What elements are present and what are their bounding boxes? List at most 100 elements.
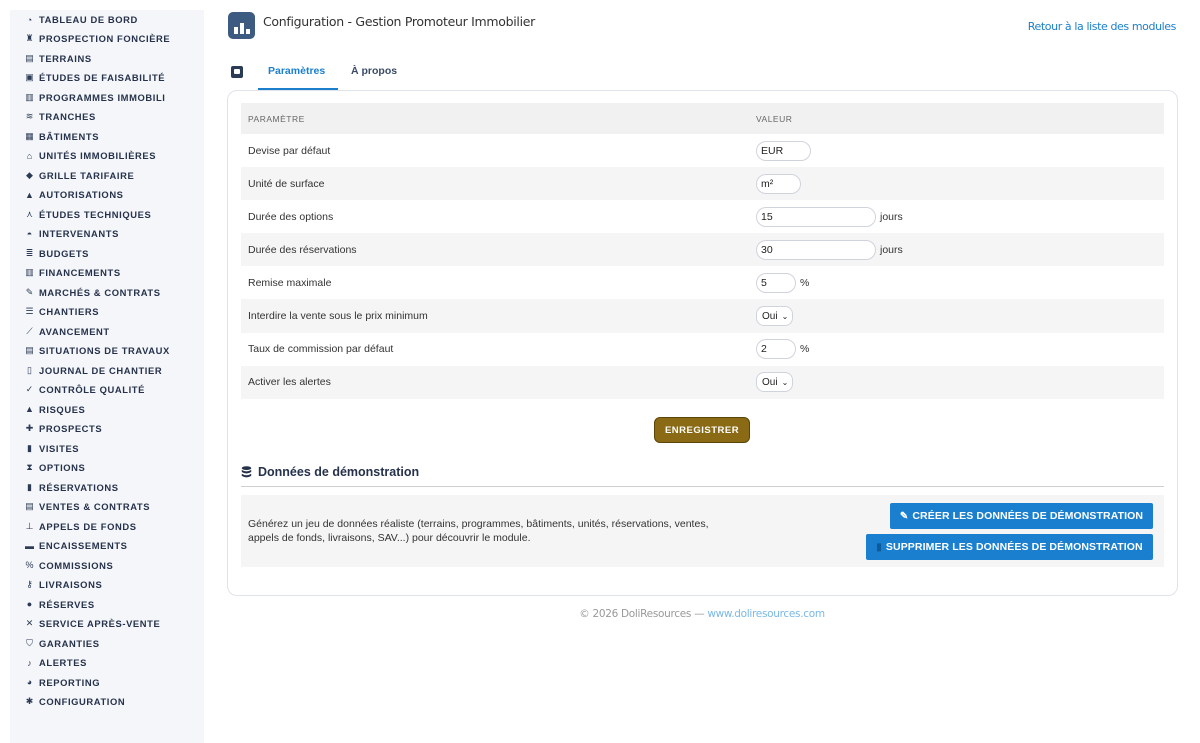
sidebar-menu: ◔ TABLEAU DE BORD ♜ PROSPECTION FONCIÈRE ▤ TE…: [10, 10, 204, 712]
table-row: Durée des options 15 jours: [241, 200, 1164, 233]
table-row: Durée des réservations 30 jours: [241, 233, 1164, 267]
sidebar-item-label: CONFIGURATION: [39, 696, 126, 708]
sidebar-item-label: TABLEAU DE BORD: [39, 14, 138, 25]
sidebar-item-label: COMMISSIONS: [39, 559, 114, 571]
sidebar-item-programmes-immobili[interactable]: ▥ PROGRAMMES IMMOBILI: [10, 88, 204, 108]
sidebar-item-unites-immobilieres[interactable]: ⌂ UNITÉS IMMOBILIÈRES: [10, 146, 204, 166]
back-to-modules-link[interactable]: Retour à la liste des modules: [1028, 20, 1177, 33]
clipboard-icon: ▣: [25, 72, 34, 83]
magic-wand-icon: ✎: [899, 510, 909, 522]
delete-demo-data-button[interactable]: ▮ SUPPRIMER LES DONNÉES DE DÉMONSTRATION: [866, 534, 1153, 560]
parameter-input[interactable]: 5: [756, 272, 796, 293]
footer: © 2026 DoliResources — www.doliresources…: [0, 608, 1200, 620]
home-icon: ⌂: [26, 150, 33, 161]
table-row: Taux de commission par défaut 2%: [241, 333, 1164, 366]
bookmark-icon: ▮: [27, 481, 32, 492]
tab-a-propos[interactable]: À propos: [351, 65, 397, 77]
footer-website-link[interactable]: www.doliresources.com: [707, 608, 825, 620]
sidebar-item-controle-qualite[interactable]: ✓ CONTRÔLE QUALITÉ: [10, 380, 204, 400]
sidebar-item-garanties[interactable]: ⛉ GARANTIES: [10, 634, 204, 654]
parameter-input[interactable]: 30: [756, 239, 876, 260]
pie-chart-icon: ◕: [26, 677, 33, 688]
chevron-down-icon: ⌄: [781, 377, 789, 387]
table-row: Remise maximale 5%: [241, 266, 1164, 299]
sidebar-item-livraisons[interactable]: ⚷ LIVRAISONS: [10, 575, 204, 595]
sidebar-item-ventes-contrats[interactable]: ▤ VENTES & CONTRATS: [10, 497, 204, 517]
sidebar-item-label: JOURNAL DE CHANTIER: [39, 364, 163, 376]
table-header: PARAMÈTRE VALEUR: [241, 103, 1164, 134]
sidebar-item-tableau-de-bord[interactable]: ◔ TABLEAU DE BORD: [10, 10, 204, 29]
unit-label: %: [800, 276, 810, 289]
dashboard-icon: ◔: [26, 14, 33, 25]
sidebar-item-autorisations[interactable]: ▲ AUTORISATIONS: [10, 185, 204, 205]
sidebar-item-risques[interactable]: ▲ RISQUES: [10, 400, 204, 420]
sidebar-item-configuration[interactable]: ✱ CONFIGURATION: [10, 692, 204, 712]
sidebar-item-alertes[interactable]: ♪ ALERTES: [10, 653, 204, 673]
sidebar-item-etudes-de-faisabilite[interactable]: ▣ ÉTUDES DE FAISABILITÉ: [10, 68, 204, 88]
unit-label: jours: [880, 210, 903, 223]
sidebar-item-label: ENCAISSEMENTS: [39, 540, 128, 552]
trash-icon: ▮: [876, 541, 882, 553]
sidebar-item-grille-tarifaire[interactable]: ◆ GRILLE TARIFAIRE: [10, 166, 204, 186]
sidebar-item-commissions[interactable]: % COMMISSIONS: [10, 556, 204, 576]
sidebar-item-visites[interactable]: ▮ VISITES: [10, 439, 204, 459]
parameter-input[interactable]: 15: [756, 206, 876, 227]
hand-coins-icon: ⊥: [25, 520, 34, 531]
sidebar-item-prospects[interactable]: ✚ PROSPECTS: [10, 419, 204, 439]
sidebar-item-financements[interactable]: ▥ FINANCEMENTS: [10, 263, 204, 283]
sidebar-item-situations-de-travaux[interactable]: ▤ SITUATIONS DE TRAVAUX: [10, 341, 204, 361]
money-icon: ▬: [25, 540, 34, 551]
book-icon: ▯: [27, 364, 32, 375]
sidebar-item-label: LIVRAISONS: [39, 579, 103, 591]
select-value: Oui: [762, 376, 778, 388]
footer-copyright: © 2026 DoliResources —: [579, 608, 708, 620]
sidebar-item-label: UNITÉS IMMOBILIÈRES: [39, 150, 157, 162]
sidebar-item-etudes-techniques[interactable]: ⋏ ÉTUDES TECHNIQUES: [10, 205, 204, 225]
sidebar-item-label: AUTORISATIONS: [39, 189, 124, 201]
demo-section-title-text: Données de démonstration: [258, 465, 420, 479]
sidebar-item-terrains[interactable]: ▤ TERRAINS: [10, 49, 204, 69]
module-tab-icon[interactable]: [231, 66, 243, 78]
parameter-label: Interdire la vente sous le prix minimum: [248, 310, 428, 323]
sidebar-item-label: GARANTIES: [39, 637, 100, 649]
sidebar-item-chantiers[interactable]: ☰ CHANTIERS: [10, 302, 204, 322]
parameter-select[interactable]: Oui ⌄: [756, 372, 794, 393]
parameter-select[interactable]: Oui ⌄: [756, 306, 794, 327]
page-title: Configuration - Gestion Promoteur Immobi…: [263, 14, 535, 29]
hard-hat-icon: ◓: [26, 228, 33, 239]
sidebar-item-options[interactable]: ⧗ OPTIONS: [10, 458, 204, 478]
sidebar-item-reporting[interactable]: ◕ REPORTING: [10, 673, 204, 693]
bank-icon: ▥: [25, 267, 34, 278]
hourglass-icon: ⧗: [26, 462, 33, 473]
parameter-input[interactable]: m²: [756, 173, 801, 194]
parameter-input[interactable]: EUR: [756, 140, 811, 161]
sidebar-item-label: APPELS DE FONDS: [39, 520, 137, 532]
sidebar-item-tranches[interactable]: ≋ TRANCHES: [10, 107, 204, 127]
sidebar-item-prospection-fonciere[interactable]: ♜ PROSPECTION FONCIÈRE: [10, 29, 204, 49]
parameters-table: PARAMÈTRE VALEUR Devise par défaut EUR Uni…: [241, 103, 1164, 399]
save-button[interactable]: ENREGISTRER: [654, 417, 750, 443]
create-demo-data-button[interactable]: ✎ CRÉER LES DONNÉES DE DÉMONSTRATION: [890, 503, 1153, 529]
chart-line-icon: ⟋: [26, 325, 33, 336]
sidebar-item-label: ALERTES: [39, 657, 87, 669]
parameter-label: Activer les alertes: [248, 376, 331, 389]
sidebar-item-batiments[interactable]: ▦ BÂTIMENTS: [10, 127, 204, 147]
sidebar-item-encaissements[interactable]: ▬ ENCAISSEMENTS: [10, 536, 204, 556]
sidebar-item-marches-contrats[interactable]: ✎ MARCHÉS & CONTRATS: [10, 283, 204, 303]
parameter-label: Remise maximale: [248, 276, 332, 289]
unit-label: %: [800, 343, 810, 356]
sidebar-item-journal-de-chantier[interactable]: ▯ JOURNAL DE CHANTIER: [10, 361, 204, 381]
sidebar-item-budgets[interactable]: ≣ BUDGETS: [10, 244, 204, 264]
sidebar-item-avancement[interactable]: ⟋ AVANCEMENT: [10, 322, 204, 342]
sidebar-item-appels-de-fonds[interactable]: ⊥ APPELS DE FONDS: [10, 517, 204, 537]
sidebar-item-label: PROSPECTS: [39, 423, 103, 435]
tags-icon: ◆: [26, 169, 33, 180]
parameter-input[interactable]: 2: [756, 339, 796, 360]
layers-icon: ≋: [25, 111, 34, 122]
building-icon: ▦: [25, 130, 34, 141]
user-plus-icon: ✚: [25, 423, 34, 434]
sidebar-item-reservations[interactable]: ▮ RÉSERVATIONS: [10, 478, 204, 498]
tab-parametres[interactable]: Paramètres: [268, 65, 325, 77]
sidebar-item-intervenants[interactable]: ◓ INTERVENANTS: [10, 224, 204, 244]
sidebar-item-label: CONTRÔLE QUALITÉ: [39, 384, 145, 396]
